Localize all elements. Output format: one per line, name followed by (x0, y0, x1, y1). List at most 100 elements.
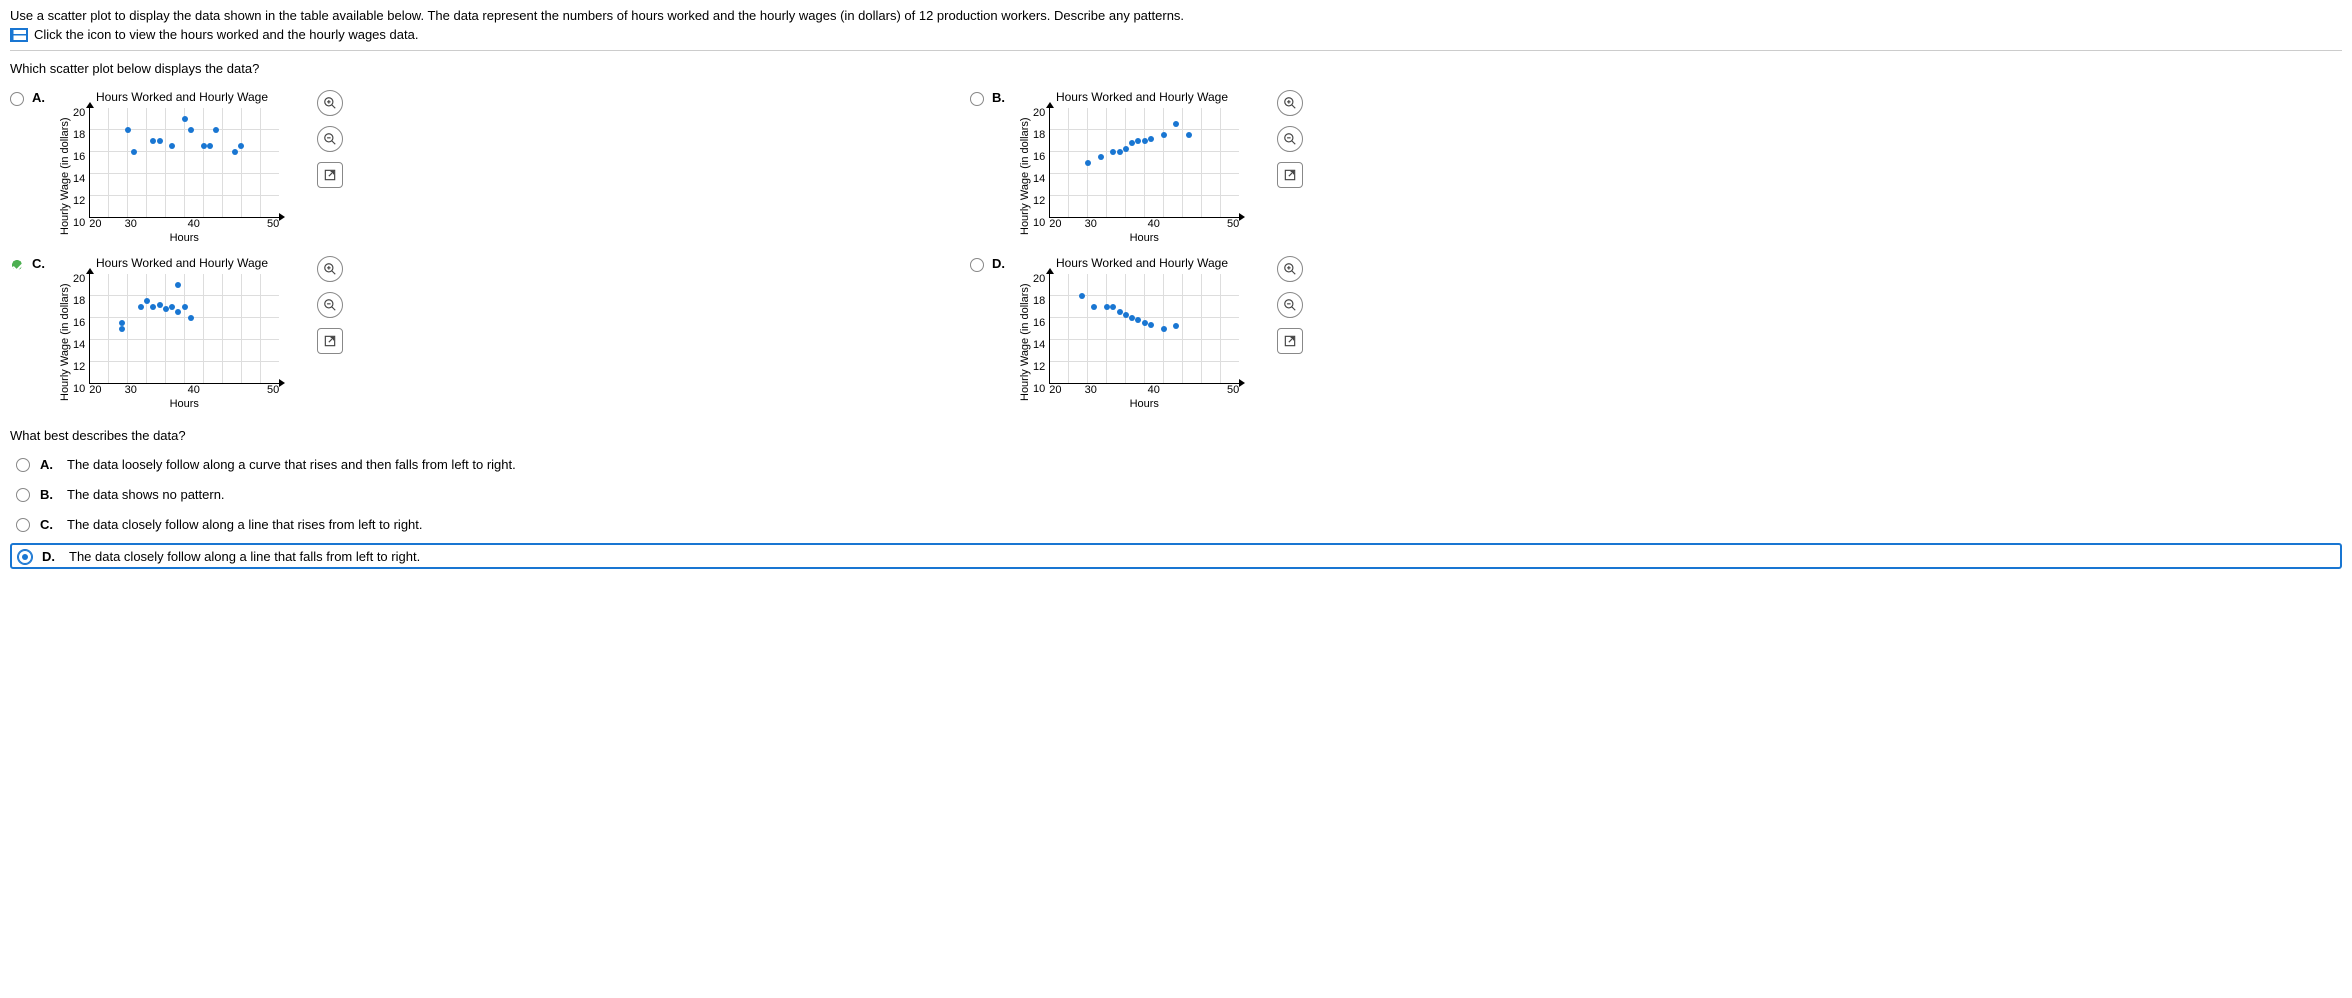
open-new-window-icon[interactable] (1277, 328, 1303, 354)
plot-B-xticks: 20 30 40 50 (1049, 218, 1239, 230)
plot-D-xlabel: Hours (1049, 398, 1239, 410)
zoom-out-icon[interactable] (1277, 126, 1303, 152)
data-point (1098, 154, 1104, 160)
radio2-B[interactable] (16, 488, 30, 502)
answer-C[interactable]: C. The data closely follow along a line … (10, 513, 2342, 535)
data-point (119, 326, 125, 332)
data-point (182, 304, 188, 310)
data-point (1173, 323, 1179, 329)
data-point (144, 298, 150, 304)
data-point (1123, 146, 1129, 152)
data-point (138, 304, 144, 310)
data-point (175, 282, 181, 288)
choice-D: D. Hours Worked and Hourly Wage Hourly W… (970, 256, 1570, 410)
data-point (1123, 312, 1129, 318)
data-point (150, 138, 156, 144)
data-point (175, 309, 181, 315)
plot-D: Hours Worked and Hourly Wage Hourly Wage… (1017, 256, 1267, 410)
scatter-choice-grid: A. Hours Worked and Hourly Wage Hourly W… (10, 90, 1570, 410)
plot-C-title: Hours Worked and Hourly Wage (57, 256, 307, 270)
data-point (1148, 322, 1154, 328)
data-point (157, 138, 163, 144)
data-point (201, 143, 207, 149)
data-point (163, 306, 169, 312)
data-point (131, 149, 137, 155)
plot-D-area (1049, 274, 1239, 384)
data-point (1142, 138, 1148, 144)
plot-C-xticks: 20 30 40 50 (89, 384, 279, 396)
choice-B: B. Hours Worked and Hourly Wage Hourly W… (970, 90, 1570, 244)
radio-A[interactable] (10, 92, 24, 106)
radio2-D[interactable] (18, 550, 32, 564)
answer-A[interactable]: A. The data loosely follow along a curve… (10, 453, 2342, 475)
data-point (169, 304, 175, 310)
open-new-window-icon[interactable] (317, 328, 343, 354)
data-point (125, 127, 131, 133)
plot-B-title: Hours Worked and Hourly Wage (1017, 90, 1267, 104)
plot-D-yticks: 2018 1614 1210 (1033, 274, 1049, 384)
plot-A-ylabel: Hourly Wage (in dollars) (57, 108, 73, 244)
data-point (188, 127, 194, 133)
plot-A-yticks: 2018 1614 1210 (73, 108, 89, 218)
plot-D-title: Hours Worked and Hourly Wage (1017, 256, 1267, 270)
open-new-window-icon[interactable] (1277, 162, 1303, 188)
plot-C: Hours Worked and Hourly Wage Hourly Wage… (57, 256, 307, 410)
data-point (169, 143, 175, 149)
data-point (1173, 121, 1179, 127)
zoom-in-icon[interactable] (1277, 256, 1303, 282)
data-link-text[interactable]: Click the icon to view the hours worked … (34, 27, 418, 42)
radio-D[interactable] (970, 258, 984, 272)
data-point (1117, 309, 1123, 315)
data-point (1110, 149, 1116, 155)
data-point (1148, 136, 1154, 142)
data-point (150, 304, 156, 310)
choice-C: C. Hours Worked and Hourly Wage Hourly W… (10, 256, 610, 410)
data-point (1117, 149, 1123, 155)
radio2-A[interactable] (16, 458, 30, 472)
answer-B-text: The data shows no pattern. (67, 487, 225, 502)
plot-C-xlabel: Hours (89, 398, 279, 410)
answer-B[interactable]: B. The data shows no pattern. (10, 483, 2342, 505)
choice-B-label: B. (992, 90, 1005, 105)
plot-D-ylabel: Hourly Wage (in dollars) (1017, 274, 1033, 410)
answer-B-label: B. (40, 487, 53, 502)
radio-B[interactable] (970, 92, 984, 106)
data-point (1186, 132, 1192, 138)
plot-B-ylabel: Hourly Wage (in dollars) (1017, 108, 1033, 244)
data-point (1079, 293, 1085, 299)
answer-A-text: The data loosely follow along a curve th… (67, 457, 516, 472)
data-point (157, 302, 163, 308)
data-point (1104, 304, 1110, 310)
radio2-C[interactable] (16, 518, 30, 532)
zoom-in-icon[interactable] (317, 90, 343, 116)
radio-C[interactable] (10, 258, 24, 272)
plot-C-yticks: 2018 1614 1210 (73, 274, 89, 384)
plot-A-xlabel: Hours (89, 232, 279, 244)
plot-B-area (1049, 108, 1239, 218)
zoom-out-icon[interactable] (1277, 292, 1303, 318)
open-new-window-icon[interactable] (317, 162, 343, 188)
answer-C-label: C. (40, 517, 53, 532)
zoom-in-icon[interactable] (1277, 90, 1303, 116)
choice-A-label: A. (32, 90, 45, 105)
plot-D-xticks: 20 30 40 50 (1049, 384, 1239, 396)
answer-C-text: The data closely follow along a line tha… (67, 517, 423, 532)
problem-intro: Use a scatter plot to display the data s… (10, 8, 2342, 42)
plot-A-xticks: 20 30 40 50 (89, 218, 279, 230)
question2-text: What best describes the data? (10, 428, 2342, 443)
data-point (232, 149, 238, 155)
zoom-in-icon[interactable] (317, 256, 343, 282)
data-point (1085, 160, 1091, 166)
data-point (182, 116, 188, 122)
data-point (1135, 317, 1141, 323)
question1-text: Which scatter plot below displays the da… (10, 61, 2342, 76)
plot-A-area (89, 108, 279, 218)
data-point (1161, 132, 1167, 138)
zoom-out-icon[interactable] (317, 292, 343, 318)
zoom-out-icon[interactable] (317, 126, 343, 152)
answer-D-label: D. (42, 549, 55, 564)
plot-B-yticks: 2018 1614 1210 (1033, 108, 1049, 218)
data-point (207, 143, 213, 149)
data-table-icon[interactable] (10, 28, 28, 42)
answer-D[interactable]: D. The data closely follow along a line … (10, 543, 2342, 569)
